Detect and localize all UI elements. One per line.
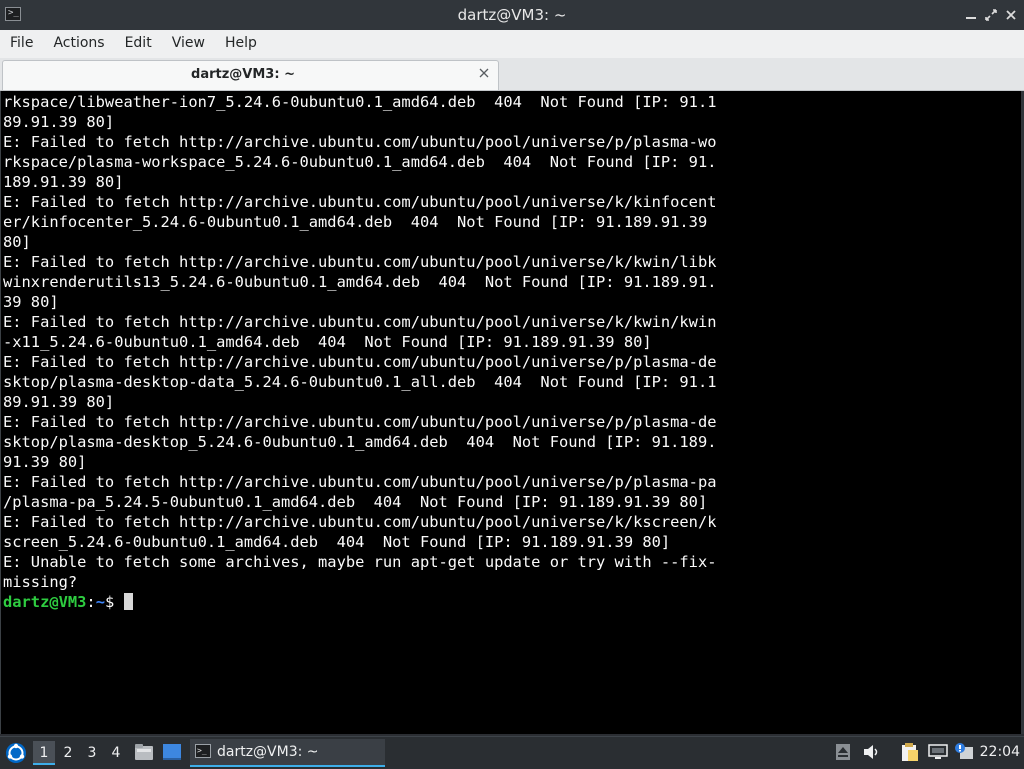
terminal-line: E: Failed to fetch http://archive.ubuntu…: [3, 413, 717, 431]
prompt-symbol: $: [104, 593, 124, 611]
eject-button[interactable]: [836, 744, 850, 764]
minimize-icon: [966, 17, 976, 19]
update-notifier-icon: [955, 743, 973, 759]
terminal-line: 189.91.39 80]: [3, 173, 124, 191]
file-manager-launcher[interactable]: [134, 742, 154, 766]
close-icon: [479, 68, 489, 78]
menu-view[interactable]: View: [162, 30, 215, 58]
terminal-line: 89.91.39 80]: [3, 393, 115, 411]
desktop-4[interactable]: 4: [105, 741, 127, 765]
terminal-output: rkspace/libweather-ion7_5.24.6-0ubuntu0.…: [3, 92, 716, 612]
terminal-line: -x11_5.24.6-0ubuntu0.1_amd64.deb 404 Not…: [3, 333, 652, 351]
network-button[interactable]: [928, 744, 948, 764]
menu-help[interactable]: Help: [215, 30, 267, 58]
terminal-line: E: Failed to fetch http://archive.ubuntu…: [3, 473, 717, 491]
terminal-line: E: Failed to fetch http://archive.ubuntu…: [3, 513, 717, 531]
file-manager-icon: [135, 744, 153, 760]
terminal-line: E: Failed to fetch http://archive.ubuntu…: [3, 313, 717, 331]
minimize-button[interactable]: [962, 6, 980, 24]
tab-label: dartz@VM3: ~: [191, 67, 295, 82]
text-cursor: [123, 593, 133, 610]
restore-button[interactable]: [982, 6, 1000, 24]
desktop-2[interactable]: 2: [57, 741, 79, 765]
terminal-line: rkspace/libweather-ion7_5.24.6-0ubuntu0.…: [3, 93, 717, 111]
terminal-line: 80]: [3, 233, 31, 251]
terminal-line: screen_5.24.6-0ubuntu0.1_amd64.deb 404 N…: [3, 533, 671, 551]
show-desktop-icon: [163, 744, 181, 760]
menu-actions[interactable]: Actions: [43, 30, 114, 58]
terminal-line: E: Failed to fetch http://archive.ubuntu…: [3, 253, 717, 271]
window-title: dartz@VM3: ~: [457, 6, 567, 24]
terminal-line: missing?: [3, 573, 78, 591]
terminal-line: sktop/plasma-desktop-data_5.24.6-0ubuntu…: [3, 373, 717, 391]
terminal-line: 39 80]: [3, 293, 59, 311]
terminal-line: 89.91.39 80]: [3, 113, 115, 131]
terminal-line: sktop/plasma-desktop_5.24.6-0ubuntu0.1_a…: [3, 433, 717, 451]
tab-bar: dartz@VM3: ~: [0, 58, 1024, 91]
terminal-line: E: Failed to fetch http://archive.ubuntu…: [3, 353, 717, 371]
title-bar[interactable]: >_ dartz@VM3: ~: [0, 0, 1024, 30]
terminal-line: E: Failed to fetch http://archive.ubuntu…: [3, 193, 717, 211]
start-menu-button[interactable]: [5, 742, 27, 768]
desktop-3[interactable]: 3: [81, 741, 103, 765]
terminal-line: E: Unable to fetch some archives, maybe …: [3, 553, 717, 571]
terminal-line: rkspace/plasma-workspace_5.24.6-0ubuntu0…: [3, 153, 717, 171]
terminal-line: winxrenderutils13_5.24.6-0ubuntu0.1_amd6…: [3, 273, 717, 291]
prompt-path: ~: [95, 593, 105, 611]
terminal-icon: >_: [195, 744, 211, 758]
terminal-line: /plasma-pa_5.24.5-0ubuntu0.1_amd64.deb 4…: [3, 493, 708, 511]
terminal-line: 91.39 80]: [3, 453, 87, 471]
terminal-output-lines: rkspace/libweather-ion7_5.24.6-0ubuntu0.…: [3, 93, 716, 591]
prompt-user: dartz@VM3: [3, 593, 87, 611]
taskbar: 1 2 3 4 >_ dartz@VM3: ~ 22:04: [0, 736, 1024, 768]
volume-button[interactable]: [863, 744, 881, 764]
terminal-area[interactable]: rkspace/libweather-ion7_5.24.6-0ubuntu0.…: [0, 91, 1021, 734]
terminal-line: er/kinfocenter_5.24.6-0ubuntu0.1_amd64.d…: [3, 213, 708, 231]
tab-close-button[interactable]: [476, 66, 492, 82]
clipboard-icon: [902, 743, 918, 761]
network-icon: [928, 744, 948, 759]
clock[interactable]: 22:04: [980, 737, 1020, 769]
clipboard-button[interactable]: [900, 742, 920, 766]
lubuntu-logo-icon: [6, 743, 26, 763]
task-label: dartz@VM3: ~: [217, 744, 319, 760]
menu-edit[interactable]: Edit: [115, 30, 162, 58]
update-notifier-button[interactable]: [954, 742, 974, 766]
taskbar-task-terminal[interactable]: >_ dartz@VM3: ~: [190, 739, 385, 767]
prompt-separator: :: [86, 593, 96, 611]
tab-terminal[interactable]: dartz@VM3: ~: [2, 60, 499, 90]
close-icon: [1006, 10, 1016, 20]
terminal-line: E: Failed to fetch http://archive.ubuntu…: [3, 133, 717, 151]
desktop-1[interactable]: 1: [33, 741, 55, 765]
menu-bar: File Actions Edit View Help: [0, 30, 1024, 59]
volume-icon: [864, 745, 878, 759]
restore-icon: [985, 9, 997, 21]
close-button[interactable]: [1002, 6, 1020, 24]
show-desktop-launcher[interactable]: [162, 743, 182, 765]
menu-file[interactable]: File: [0, 30, 43, 58]
eject-icon: [836, 744, 850, 760]
